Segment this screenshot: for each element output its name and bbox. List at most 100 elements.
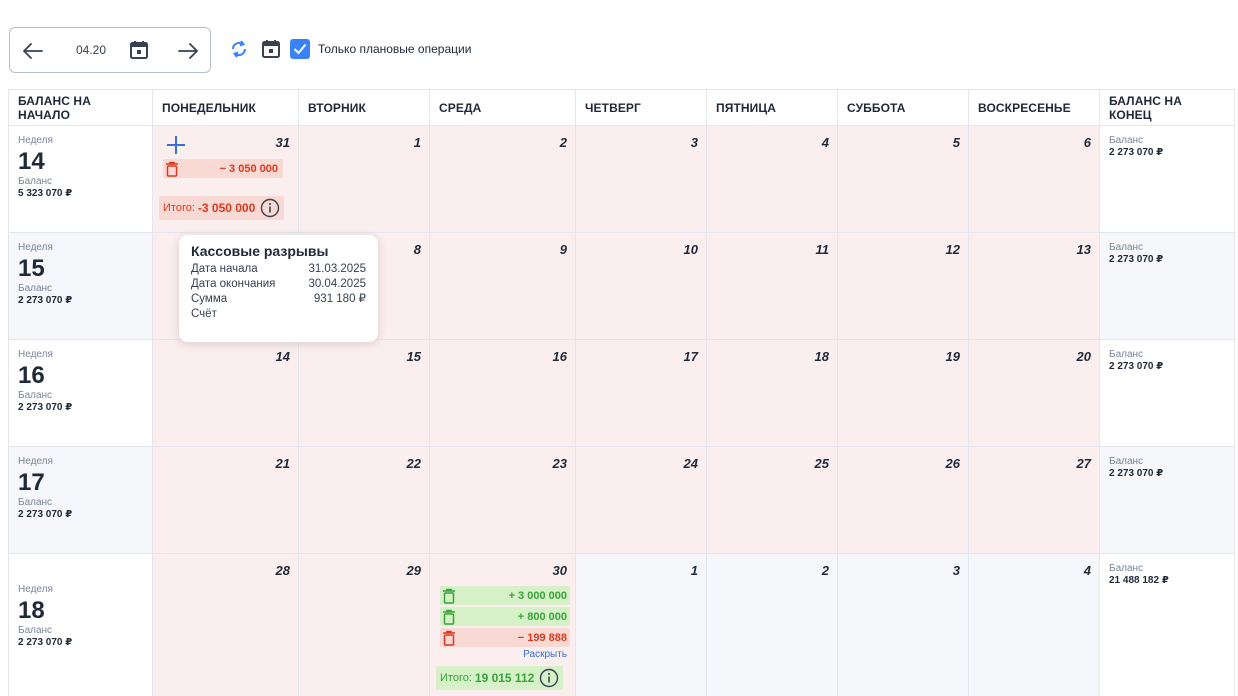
day-cell[interactable]: 18 bbox=[706, 339, 838, 447]
operation-item[interactable]: + 3 000 000 bbox=[440, 586, 570, 605]
day-cell[interactable]: 3 bbox=[575, 125, 707, 233]
total-label: Итого: bbox=[163, 202, 195, 214]
day-number: 3 bbox=[952, 563, 960, 578]
day-cell[interactable]: 19 bbox=[837, 339, 969, 447]
total-value: -3 050 000 bbox=[197, 201, 256, 215]
operation-item[interactable]: − 3 050 000 bbox=[163, 159, 283, 178]
day-cell[interactable]: 10 bbox=[575, 232, 707, 340]
day-number: 4 bbox=[821, 135, 829, 150]
tooltip-row: Сумма 931 180 ₽ bbox=[191, 292, 366, 307]
add-icon[interactable] bbox=[166, 135, 186, 155]
prev-arrow-icon[interactable] bbox=[21, 39, 45, 63]
balance-label: Баланс bbox=[18, 176, 53, 187]
day-cell[interactable]: 11 bbox=[706, 232, 838, 340]
day-cell[interactable]: 20 bbox=[968, 339, 1100, 447]
day-number: 22 bbox=[406, 456, 421, 471]
info-icon[interactable] bbox=[539, 668, 559, 688]
operation-amount: − 3 050 000 bbox=[219, 162, 278, 175]
tooltip-row: Счёт bbox=[191, 307, 366, 322]
day-cell[interactable]: 16 bbox=[429, 339, 576, 447]
tooltip-row-label: Дата начала bbox=[191, 263, 258, 275]
week-label: Неделя bbox=[18, 584, 53, 595]
total-value: 19 015 112 bbox=[474, 671, 535, 685]
day-cell[interactable]: 5 bbox=[837, 125, 969, 233]
total-badge: Итого: 19 015 112 bbox=[436, 666, 564, 690]
day-cell[interactable]: 12 bbox=[837, 232, 969, 340]
day-number: 18 bbox=[814, 349, 829, 364]
expand-link[interactable]: Раскрыть bbox=[523, 649, 567, 660]
week-number: 18 bbox=[18, 597, 45, 624]
week-row: Неделя 14 Баланс 5 323 070 ₽ 31 − 3 050 … bbox=[8, 125, 1235, 233]
next-arrow-icon[interactable] bbox=[176, 39, 200, 63]
day-cell[interactable]: 26 bbox=[837, 446, 969, 554]
calendar-icon[interactable] bbox=[128, 39, 150, 61]
week-number: 14 bbox=[18, 148, 45, 175]
end-balance-cell: Баланс 2 273 070 ₽ bbox=[1099, 446, 1235, 554]
toolbar: 04.20 Только плановые операции bbox=[9, 27, 471, 73]
tooltip-row-label: Сумма bbox=[191, 293, 228, 305]
start-balance-value: 2 273 070 ₽ bbox=[18, 295, 73, 306]
day-number: 16 bbox=[552, 349, 567, 364]
balance-label: Баланс bbox=[1109, 349, 1144, 360]
day-number: 24 bbox=[683, 456, 698, 471]
trash-icon[interactable] bbox=[163, 160, 181, 178]
total-label: Итого: bbox=[440, 672, 472, 684]
tooltip-row-value: 931 180 ₽ bbox=[313, 293, 366, 305]
day-cell[interactable]: 4 bbox=[706, 125, 838, 233]
day-number: 2 bbox=[821, 563, 829, 578]
day-number: 10 bbox=[683, 242, 698, 257]
day-cell[interactable]: 23 bbox=[429, 446, 576, 554]
day-cell[interactable]: 15 bbox=[298, 339, 430, 447]
day-cell[interactable]: 9 bbox=[429, 232, 576, 340]
tooltip-row-value: 31.03.2025 bbox=[308, 263, 366, 275]
col-header: БАЛАНС НА НАЧАЛО bbox=[8, 89, 153, 126]
day-cell[interactable]: 21 bbox=[152, 446, 299, 554]
date-value[interactable]: 04.20 bbox=[76, 43, 106, 57]
day-cell[interactable]: 1 bbox=[298, 125, 430, 233]
day-number: 8 bbox=[413, 242, 421, 257]
only-planned-label[interactable]: Только плановые операции bbox=[318, 42, 471, 56]
operation-item[interactable]: − 199 888 bbox=[440, 628, 570, 647]
calendar-icon[interactable] bbox=[260, 38, 282, 60]
day-cell[interactable]: 29 bbox=[298, 553, 430, 696]
day-number: 29 bbox=[406, 563, 421, 578]
day-cell[interactable]: 4 bbox=[968, 553, 1100, 696]
trash-icon[interactable] bbox=[440, 608, 458, 626]
day-cell[interactable]: 31 − 3 050 000 Итого: -3 050 000 bbox=[152, 125, 299, 233]
day-cell[interactable]: 22 bbox=[298, 446, 430, 554]
day-cell[interactable]: 17 bbox=[575, 339, 707, 447]
day-cell[interactable]: 3 bbox=[837, 553, 969, 696]
day-cell[interactable]: 27 bbox=[968, 446, 1100, 554]
info-icon[interactable] bbox=[260, 198, 280, 218]
day-cell[interactable]: 6 bbox=[968, 125, 1100, 233]
day-cell[interactable]: 14 bbox=[152, 339, 299, 447]
day-number: 26 bbox=[945, 456, 960, 471]
balance-label: Баланс bbox=[1109, 242, 1144, 253]
week-label: Неделя bbox=[18, 135, 53, 146]
col-header: БАЛАНС НА КОНЕЦ bbox=[1099, 89, 1235, 126]
day-number: 11 bbox=[815, 242, 830, 257]
col-header: СРЕДА bbox=[429, 89, 576, 126]
operation-item[interactable]: + 800 000 bbox=[440, 607, 570, 626]
day-cell[interactable]: 2 bbox=[706, 553, 838, 696]
week-number: 15 bbox=[18, 255, 45, 282]
refresh-icon[interactable] bbox=[228, 38, 250, 60]
day-cell[interactable]: 2 bbox=[429, 125, 576, 233]
day-number: 5 bbox=[952, 135, 960, 150]
day-cell[interactable]: 1 bbox=[575, 553, 707, 696]
only-planned-checkbox[interactable] bbox=[290, 39, 310, 59]
day-cell[interactable]: 25 bbox=[706, 446, 838, 554]
tooltip-row-value: 30.04.2025 bbox=[308, 278, 366, 290]
balance-label: Баланс bbox=[18, 625, 53, 636]
total-badge: Итого: -3 050 000 bbox=[159, 196, 285, 220]
day-cell[interactable]: 28 bbox=[152, 553, 299, 696]
col-header: ЧЕТВЕРГ bbox=[575, 89, 707, 126]
day-cell[interactable]: 24 bbox=[575, 446, 707, 554]
trash-icon[interactable] bbox=[440, 629, 458, 647]
balance-label: Баланс bbox=[1109, 135, 1144, 146]
trash-icon[interactable] bbox=[440, 587, 458, 605]
day-cell[interactable]: 30 + 3 000 000 + 800 000 − 199 888 Раскр… bbox=[429, 553, 576, 696]
start-balance-cell: Неделя 18 Баланс 2 273 070 ₽ bbox=[8, 553, 153, 696]
start-balance-value: 2 273 070 ₽ bbox=[18, 637, 73, 648]
day-cell[interactable]: 13 bbox=[968, 232, 1100, 340]
